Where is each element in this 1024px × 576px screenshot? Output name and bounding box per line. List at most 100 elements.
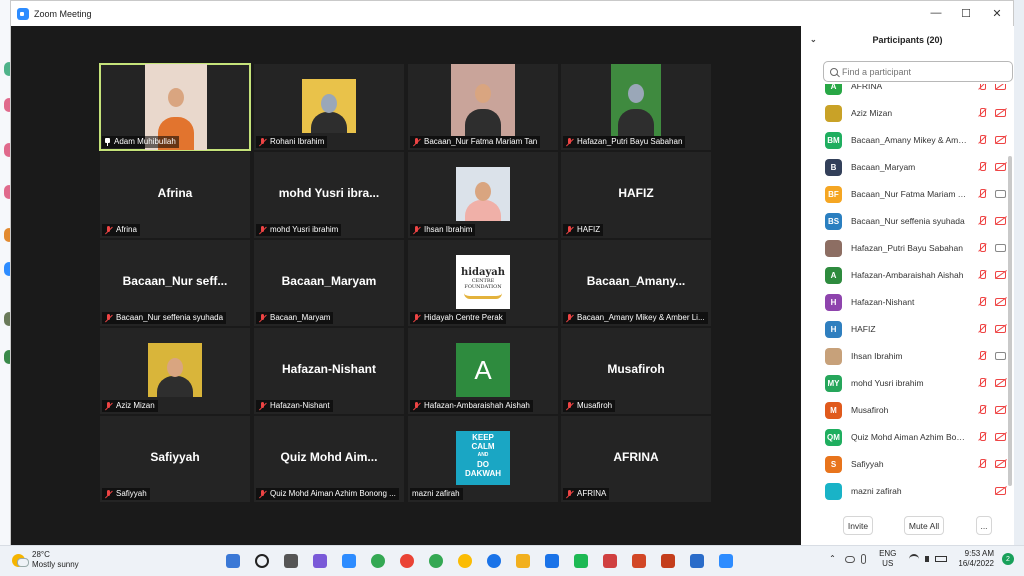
battery-icon[interactable] <box>935 556 948 562</box>
mic-muted-icon[interactable] <box>977 459 987 469</box>
video-tile[interactable]: Bacaan_Amany... Bacaan_Amany Mikey & Ambe… <box>561 240 711 326</box>
camera-off-icon[interactable] <box>995 433 1006 441</box>
invite-button[interactable]: Invite <box>843 516 873 535</box>
mute-all-button[interactable]: Mute All <box>904 516 944 535</box>
video-tile[interactable]: Musafiroh Musafiroh <box>561 328 711 414</box>
video-tile[interactable]: Quiz Mohd Aim... Quiz Mohd Aiman Azhim Bo… <box>254 416 404 502</box>
video-tile[interactable]: Bacaan_Nur Fatma Mariam Tan <box>408 64 558 150</box>
chat-icon[interactable] <box>313 554 327 568</box>
video-tile[interactable]: mohd Yusri ibra... mohd Yusri ibrahim <box>254 152 404 238</box>
participant-row[interactable]: B Bacaan_Maryam <box>825 158 1014 176</box>
camera-off-icon[interactable] <box>995 163 1006 171</box>
mic-muted-icon[interactable] <box>977 84 987 91</box>
mail-icon[interactable] <box>545 554 559 568</box>
camera-off-icon[interactable] <box>995 379 1006 387</box>
participant-row[interactable]: Aziz Mizan <box>825 104 1014 122</box>
wifi-icon[interactable] <box>909 554 920 564</box>
video-tile[interactable]: Rohani Ibrahim <box>254 64 404 150</box>
mic-muted-icon[interactable] <box>977 324 987 334</box>
chrome-icon[interactable] <box>371 554 385 568</box>
video-tile[interactable]: Safiyyah Safiyyah <box>100 416 250 502</box>
search-icon[interactable] <box>255 554 269 568</box>
participant-row[interactable]: BS Bacaan_Nur seffenia syuhada <box>825 212 1014 230</box>
close-button[interactable]: ✕ <box>984 4 1010 22</box>
participant-row[interactable]: Hafazan_Putri Bayu Sabahan <box>825 239 1014 257</box>
mic-muted-icon[interactable] <box>977 405 987 415</box>
video-tile[interactable]: Hafazan_Putri Bayu Sabahan <box>561 64 711 150</box>
weather-widget[interactable]: 28°C Mostly sunny <box>12 550 79 570</box>
participant-row[interactable]: H HAFIZ <box>825 320 1014 338</box>
camera-off-icon[interactable] <box>995 298 1006 306</box>
video-tile[interactable]: AFRINA AFRINA <box>561 416 711 502</box>
mic-muted-icon[interactable] <box>977 378 987 388</box>
participant-row[interactable]: QM Quiz Mohd Aiman Azhim Bonon... <box>825 428 1014 446</box>
mic-muted-icon[interactable] <box>977 297 987 307</box>
search-input[interactable] <box>842 66 1002 77</box>
camera-off-icon[interactable] <box>995 460 1006 468</box>
camera-off-icon[interactable] <box>995 487 1006 495</box>
participant-row[interactable]: mazni zafirah <box>825 482 1014 500</box>
camera-off-icon[interactable] <box>995 406 1006 414</box>
acrobat-icon[interactable] <box>632 554 646 568</box>
video-tile[interactable]: Adam Muhibullah <box>99 63 251 151</box>
maximize-button[interactable]: ☐ <box>953 4 979 22</box>
mic-muted-icon[interactable] <box>977 162 987 172</box>
zoom-icon[interactable] <box>719 554 733 568</box>
speaker-icon[interactable] <box>925 556 930 562</box>
chrome-icon[interactable] <box>487 554 501 568</box>
video-tile[interactable]: Aziz Mizan <box>100 328 250 414</box>
mic-muted-icon[interactable] <box>977 216 987 226</box>
mic-muted-icon[interactable] <box>977 108 987 118</box>
participant-row[interactable]: BF Bacaan_Nur Fatma Mariam Tan <box>825 185 1014 203</box>
photos-icon[interactable] <box>690 554 704 568</box>
participants-scrollbar[interactable] <box>1008 156 1012 486</box>
chrome-icon[interactable] <box>458 554 472 568</box>
participant-row[interactable]: H Hafazan-Nishant <box>825 293 1014 311</box>
chevron-up-icon[interactable]: ⌃ <box>829 554 839 564</box>
task-view-icon[interactable] <box>284 554 298 568</box>
camera-off-icon[interactable] <box>995 84 1006 90</box>
camera-off-icon[interactable] <box>995 271 1006 279</box>
microphone-icon[interactable] <box>861 554 867 564</box>
participant-row[interactable]: S Safiyyah <box>825 455 1014 473</box>
chevron-down-icon[interactable]: ⌄ <box>810 35 817 44</box>
video-tile[interactable]: Bacaan_Maryam Bacaan_Maryam <box>254 240 404 326</box>
participant-row[interactable]: Ihsan Ibrahim <box>825 347 1014 365</box>
participant-row[interactable]: A Hafazan-Ambaraishah Aishah <box>825 266 1014 284</box>
app-icon[interactable] <box>603 554 617 568</box>
chrome-icon[interactable] <box>400 554 414 568</box>
mic-muted-icon[interactable] <box>977 432 987 442</box>
file-explorer-icon[interactable] <box>516 554 530 568</box>
more-options-button[interactable]: ... <box>976 516 992 535</box>
participant-row[interactable]: MY mohd Yusri ibrahim <box>825 374 1014 392</box>
edge-icon[interactable] <box>342 554 356 568</box>
mic-muted-icon[interactable] <box>977 243 987 253</box>
notification-badge[interactable]: 2 <box>1002 553 1014 565</box>
video-tile[interactable]: hidayah CENTRE FOUNDATION Hidayah Centre Pe… <box>408 240 558 326</box>
participant-row[interactable]: A AFRINA <box>825 84 1014 95</box>
spotify-icon[interactable] <box>574 554 588 568</box>
chrome-icon[interactable] <box>429 554 443 568</box>
camera-off-icon[interactable] <box>995 325 1006 333</box>
video-tile[interactable]: Bacaan_Nur seff... Bacaan_Nur seffenia sy… <box>100 240 250 326</box>
mic-muted-icon[interactable] <box>977 270 987 280</box>
camera-icon[interactable] <box>995 352 1006 360</box>
camera-icon[interactable] <box>995 244 1006 252</box>
start-icon[interactable] <box>226 554 240 568</box>
camera-icon[interactable] <box>995 190 1006 198</box>
camera-off-icon[interactable] <box>995 136 1006 144</box>
video-tile[interactable]: KEEP CALM AND DO DAKWAH mazni zafirah <box>408 416 558 502</box>
video-tile[interactable]: A Hafazan-Ambaraishah Aishah <box>408 328 558 414</box>
participant-row[interactable]: BM Bacaan_Amany Mikey & Amber ... <box>825 131 1014 149</box>
video-tile[interactable]: Ihsan Ibrahim <box>408 152 558 238</box>
mic-muted-icon[interactable] <box>977 351 987 361</box>
cloud-icon[interactable] <box>845 555 856 563</box>
powerpoint-icon[interactable] <box>661 554 675 568</box>
participant-search[interactable] <box>823 61 1013 82</box>
minimize-button[interactable]: — <box>923 4 949 22</box>
video-tile[interactable]: Hafazan-Nishant Hafazan-Nishant <box>254 328 404 414</box>
clock[interactable]: 9:53 AM 16/4/2022 <box>958 549 994 569</box>
video-tile[interactable]: Afrina Afrina <box>100 152 250 238</box>
camera-off-icon[interactable] <box>995 217 1006 225</box>
participant-row[interactable]: M Musafiroh <box>825 401 1014 419</box>
